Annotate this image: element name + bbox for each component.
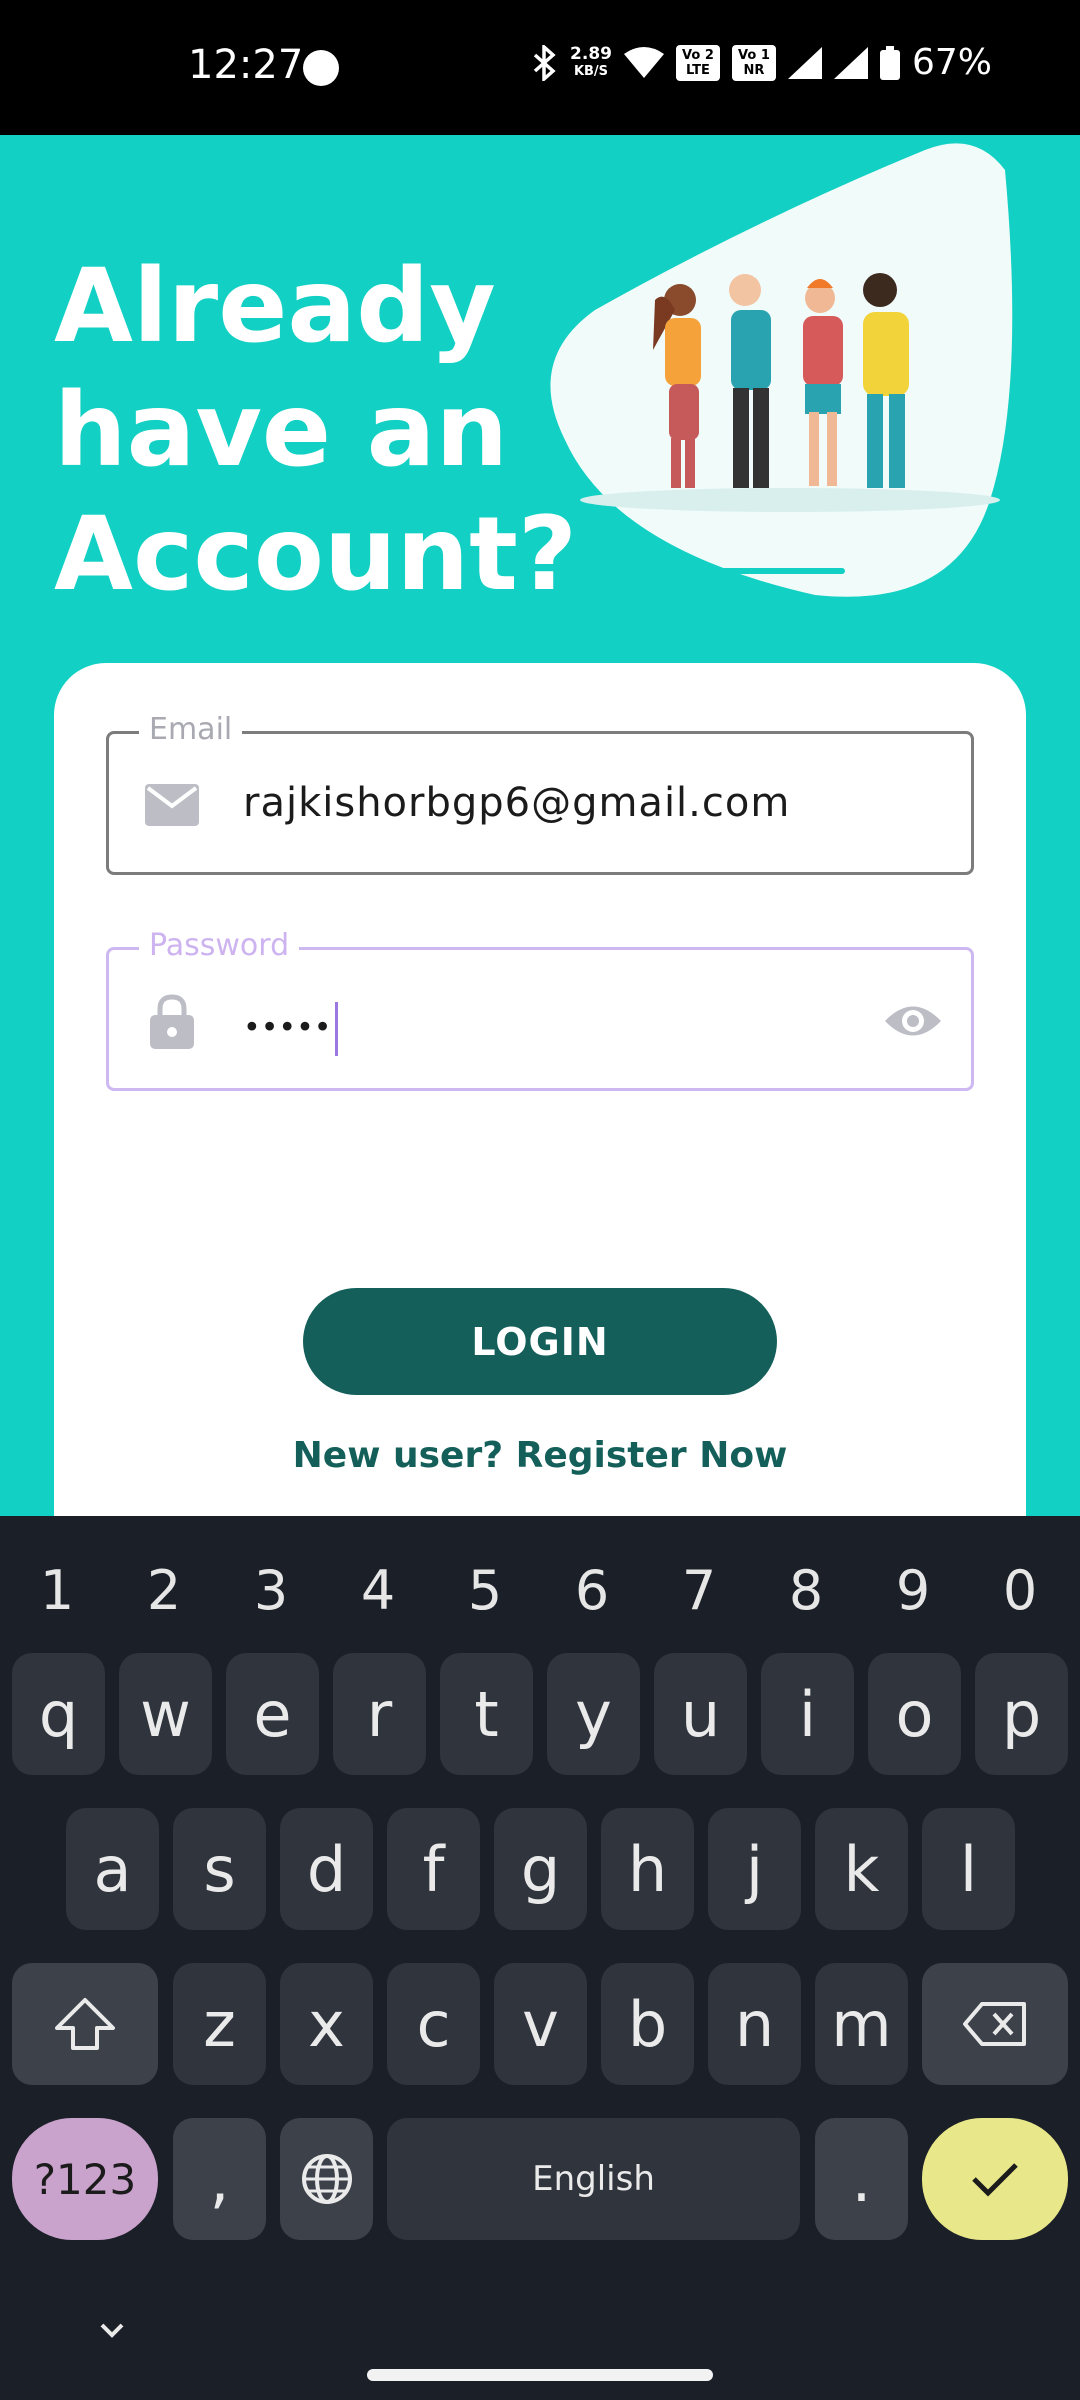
email-input-value[interactable]: rajkishorbgp6@gmail.com [243,780,790,826]
key-h[interactable]: h [601,1808,694,1930]
shift-icon [55,1998,115,2050]
notification-dot-icon [303,50,339,86]
soft-keyboard: 1 2 3 4 5 6 7 8 9 0 q w e r t y u i o p … [0,1516,1080,2400]
key-w[interactable]: w [119,1653,212,1775]
key-i[interactable]: i [761,1653,854,1775]
bluetooth-icon [533,44,556,81]
page-title: Already have an Account? [54,247,578,614]
key-k[interactable]: k [815,1808,908,1930]
net-speed-unit: KB/S [573,63,609,79]
email-label: Email [139,712,243,747]
key-4[interactable]: 4 [333,1546,423,1636]
mail-icon [145,778,199,832]
key-x[interactable]: x [280,1963,373,2085]
key-z[interactable]: z [173,1963,266,2085]
key-r[interactable]: r [333,1653,426,1775]
login-button[interactable]: LOGIN [303,1288,777,1395]
password-field[interactable]: Password ••••• [106,928,974,1091]
home-indicator[interactable] [367,2369,713,2381]
key-e[interactable]: e [226,1653,319,1775]
backspace-icon [963,2002,1026,2046]
key-8[interactable]: 8 [761,1546,851,1636]
key-7[interactable]: 7 [654,1546,744,1636]
register-link[interactable]: New user? Register Now [54,1435,1026,1476]
sim1-volte-badge: Vo 2 LTE [675,44,720,81]
key-s[interactable]: s [173,1808,266,1930]
period-key[interactable]: . [815,2118,908,2240]
password-label: Password [139,928,300,963]
battery-icon [879,45,900,80]
status-icons: 2.89 KB/S Vo 2 LTE Vo 1 NR 67% [532,42,992,83]
key-b[interactable]: b [601,1963,694,2085]
backspace-key[interactable] [922,1963,1068,2085]
friends-illustration [550,143,1013,597]
key-g[interactable]: g [494,1808,587,1930]
key-c[interactable]: c [387,1963,480,2085]
login-card: Email rajkishorbgp6@gmail.com Password •… [54,663,1026,1663]
status-bar: 12:27 2.89 KB/S Vo 2 LTE Vo 1 NR 67% [0,0,1080,135]
space-key[interactable]: English [387,2118,800,2240]
key-3[interactable]: 3 [226,1546,316,1636]
net-speed: 2.89 KB/S [570,43,612,80]
key-0[interactable]: 0 [975,1546,1065,1636]
key-m[interactable]: m [815,1963,908,2085]
key-o[interactable]: o [868,1653,961,1775]
comma-key[interactable]: , [173,2118,266,2240]
number-row: 1 2 3 4 5 6 7 8 9 0 [0,1546,1080,1636]
chevron-down-icon[interactable] [90,2316,134,2346]
lock-icon [145,994,199,1049]
battery-percent: 67% [911,42,992,83]
key-d[interactable]: d [280,1808,373,1930]
key-2[interactable]: 2 [119,1546,209,1636]
key-u[interactable]: u [654,1653,747,1775]
symbols-key[interactable]: ?123 [12,2118,158,2240]
key-1[interactable]: 1 [12,1546,102,1636]
eye-icon[interactable] [883,994,943,1048]
key-9[interactable]: 9 [868,1546,958,1636]
key-j[interactable]: j [708,1808,801,1930]
status-time: 12:27 [188,42,304,88]
key-5[interactable]: 5 [440,1546,530,1636]
key-f[interactable]: f [387,1808,480,1930]
key-a[interactable]: a [66,1808,159,1930]
wifi-icon [623,46,664,78]
shift-key[interactable] [12,1963,158,2085]
key-6[interactable]: 6 [547,1546,637,1636]
email-field[interactable]: Email rajkishorbgp6@gmail.com [106,712,974,875]
signal-icon [787,46,822,79]
key-n[interactable]: n [708,1963,801,2085]
net-speed-value: 2.89 [570,43,612,64]
checkmark-icon [972,2163,1018,2197]
text-caret [335,1002,339,1056]
key-v[interactable]: v [494,1963,587,2085]
key-p[interactable]: p [975,1653,1068,1775]
sim2-volte-badge: Vo 1 NR [731,44,776,81]
globe-icon [301,2154,352,2204]
enter-key[interactable] [922,2118,1068,2240]
signal-icon [833,46,868,79]
language-key[interactable] [280,2118,373,2240]
key-t[interactable]: t [440,1653,533,1775]
key-y[interactable]: y [547,1653,640,1775]
key-l[interactable]: l [922,1808,1015,1930]
key-q[interactable]: q [12,1653,105,1775]
password-input-value[interactable]: ••••• [243,1002,339,1056]
